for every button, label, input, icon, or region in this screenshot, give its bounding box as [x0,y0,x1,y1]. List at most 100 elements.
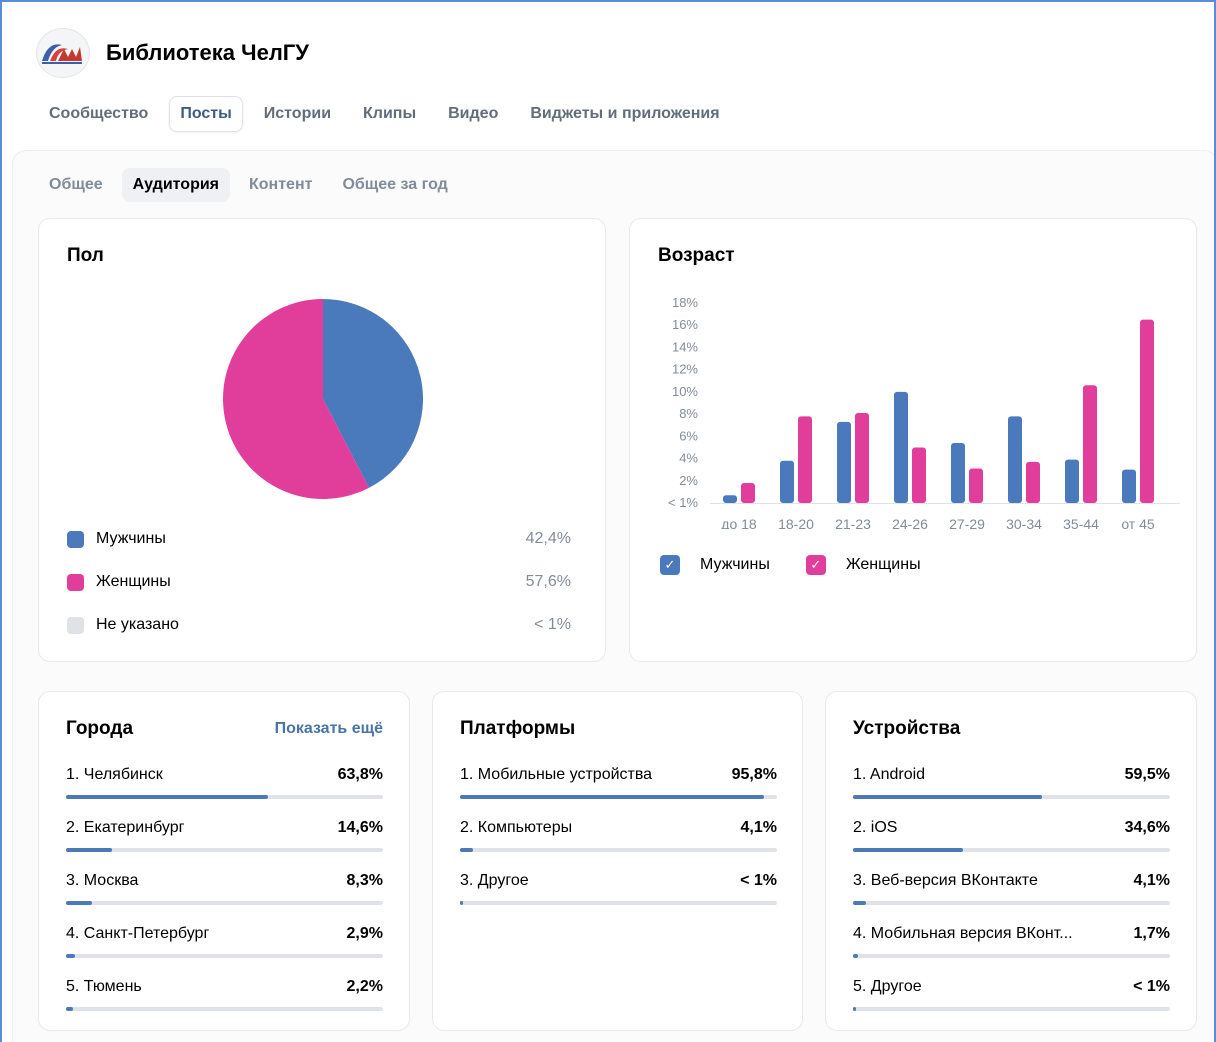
tab-stories[interactable]: Истории [253,96,342,132]
device-value: 59,5% [1124,766,1170,783]
list-item: 1. Мобильные устройства 95,8% [460,766,777,800]
x-tick-label: 21-23 [835,516,871,529]
progress-track [853,901,1170,905]
city-value: 2,2% [346,978,383,995]
progress-fill [460,901,464,905]
tab-video[interactable]: Видео [437,96,509,132]
city-name: 2. Екатеринбург [66,819,185,836]
progress-fill [853,848,963,852]
legend-male-label: Мужчины [96,530,166,547]
y-tick-label: 18% [672,295,698,310]
community-logo[interactable] [36,28,90,78]
female-swatch [67,573,84,591]
tab-clips[interactable]: Клипы [352,96,427,132]
progress-fill [66,1007,73,1011]
x-tick-label: 24-26 [892,516,928,529]
age-legend-female: Женщины [845,556,921,573]
male-swatch [67,530,84,548]
device-value: 4,1% [1133,872,1170,889]
age-bar-chart: < 1% 2% 4% 6% 8% 10% 12% 14% 16% 18% до 18 18-20 21-… [668,295,1180,529]
progress-fill [66,848,113,852]
progress-fill [460,795,764,799]
list-item: 3. Другое < 1% [460,872,777,906]
age-bar-female[interactable] [1083,385,1097,503]
device-name: 2. iOS [853,819,898,836]
subtab-general[interactable]: Общее [38,168,114,202]
app-window: Библиотека ЧелГУ Сообщество Посты Истори… [0,0,1216,1042]
list-item: 1. Android 59,5% [853,766,1170,800]
progress-track [66,848,383,852]
platform-name: 1. Мобильные устройства [460,766,653,783]
progress-track [460,848,777,852]
sub-tabs: Общее Аудитория Контент Общее за год [38,168,467,202]
city-value: 2,9% [346,925,383,942]
platform-name: 3. Другое [460,872,529,889]
list-item: 4. Мобильная версия ВКонт... 1,7% [853,925,1170,959]
progress-fill [66,795,269,799]
age-bar-male[interactable] [894,391,908,503]
show-more-link[interactable]: Показать ещё [275,720,383,738]
city-name: 1. Челябинск [66,766,163,783]
list-item: 1. Челябинск 63,8% [66,766,383,800]
subtab-content[interactable]: Контент [238,168,323,202]
age-bar-male[interactable] [1065,459,1079,503]
platform-value: 4,1% [740,819,777,836]
list-item: 5. Другое < 1% [853,978,1170,1012]
age-bar-female[interactable] [855,413,869,503]
platform-name: 2. Компьютеры [460,819,573,836]
age-bar-male[interactable] [951,443,965,503]
devices-card: Устройства 1. Android 59,5% 2. iOS 34,6%… [825,691,1197,1031]
list-item: 2. iOS 34,6% [853,819,1170,853]
female-checkbox[interactable]: ✓ [805,555,826,575]
unknown-swatch [67,616,84,634]
tab-widgets[interactable]: Виджеты и приложения [519,96,730,132]
city-name: 4. Санкт-Петербург [66,925,210,942]
tab-posts[interactable]: Посты [169,96,243,132]
x-tick-label: 27-29 [949,516,985,529]
age-bar-male[interactable] [837,421,851,503]
progress-track [66,795,383,799]
progress-track [66,901,383,905]
progress-track [853,795,1170,799]
age-bar-female[interactable] [798,416,812,503]
devices-title: Устройства [853,718,961,739]
age-bar-male[interactable] [723,495,737,503]
progress-fill [66,954,76,958]
age-bar-male[interactable] [1122,469,1136,503]
progress-track [853,848,1170,852]
age-bar-male[interactable] [1008,416,1022,503]
progress-track [460,795,777,799]
city-name: 5. Тюмень [66,978,142,995]
y-tick-label: 14% [672,339,698,354]
device-name: 1. Android [853,766,926,783]
device-value: < 1% [1133,978,1170,995]
y-tick-label: 6% [679,428,698,443]
age-bar-female[interactable] [969,468,983,503]
y-tick-label: 12% [672,362,698,377]
age-bar-female[interactable] [1140,319,1154,503]
tab-community[interactable]: Сообщество [38,96,159,132]
city-name: 3. Москва [66,872,139,889]
age-bar-female[interactable] [912,447,926,503]
device-value: 1,7% [1133,925,1170,942]
subtab-audience[interactable]: Аудитория [121,168,231,202]
cities-title: Города [66,718,134,739]
device-name: 5. Другое [853,978,922,995]
progress-track [66,1007,383,1011]
y-tick-label: 8% [679,406,698,421]
y-tick-label: 2% [679,473,698,488]
age-bar-female[interactable] [1026,461,1040,503]
cities-card: Города Показать ещё 1. Челябинск 63,8% 2… [38,691,410,1031]
male-checkbox[interactable]: ✓ [660,555,680,575]
legend-female-label: Женщины [96,573,171,590]
age-bar-female[interactable] [741,483,755,503]
age-card: Возраст < 1% 2% 4% 6% 8% 10% 12% 14% 16% 18% до 18… [629,218,1197,662]
city-value: 14,6% [337,819,383,836]
age-bar-male[interactable] [780,460,794,503]
progress-fill [853,1007,857,1011]
legend-unknown-value: < 1% [534,616,571,633]
x-tick-label: от 45 [1121,516,1155,529]
device-value: 34,6% [1124,819,1170,836]
city-value: 8,3% [346,872,383,889]
subtab-yearly[interactable]: Общее за год [331,168,458,202]
